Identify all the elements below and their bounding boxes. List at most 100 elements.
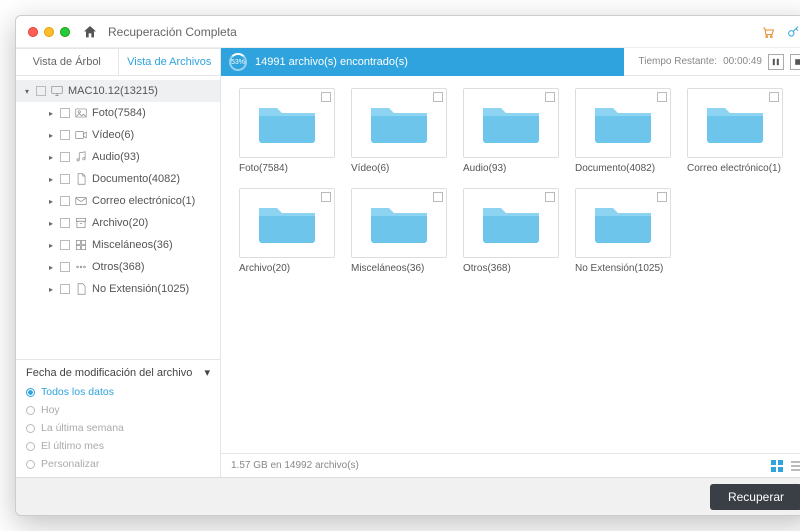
- grid-view-button[interactable]: [770, 459, 784, 473]
- tree-item-label: Vídeo(6): [92, 129, 134, 141]
- stop-button[interactable]: [790, 54, 800, 70]
- checkbox[interactable]: [60, 262, 70, 272]
- chevron-right-icon[interactable]: ▸: [46, 109, 56, 118]
- filter-option-today[interactable]: Hoy: [26, 401, 210, 419]
- checkbox[interactable]: [36, 86, 46, 96]
- checkbox[interactable]: [657, 192, 667, 202]
- checkbox[interactable]: [60, 196, 70, 206]
- checkbox[interactable]: [321, 92, 331, 102]
- tree-root[interactable]: ▾ MAC10.12(13215): [16, 80, 220, 102]
- window-title: Recuperación Completa: [108, 25, 237, 39]
- filter-label: Hoy: [41, 404, 60, 416]
- chevron-right-icon[interactable]: ▸: [46, 153, 56, 162]
- filter-label: Personalizar: [41, 458, 99, 470]
- folder-card[interactable]: Documento(4082): [575, 88, 671, 174]
- status-bar: 1.57 GB en 14992 archivo(s): [221, 453, 800, 477]
- filter-label: La última semana: [41, 422, 124, 434]
- window-controls: [28, 27, 70, 37]
- date-filter-panel: Fecha de modificación del archivo ▾ Todo…: [16, 359, 220, 477]
- radio[interactable]: [26, 424, 35, 433]
- checkbox[interactable]: [433, 92, 443, 102]
- chevron-right-icon[interactable]: ▸: [46, 263, 56, 272]
- folder-label: Otros(368): [463, 263, 559, 274]
- photo-icon: [74, 106, 88, 120]
- folder-label: Archivo(20): [239, 263, 335, 274]
- tree-item-documento[interactable]: ▸ Documento(4082): [16, 168, 220, 190]
- tree-item-correo[interactable]: ▸ Correo electrónico(1): [16, 190, 220, 212]
- filter-option-custom[interactable]: Personalizar: [26, 455, 210, 473]
- video-icon: [74, 128, 88, 142]
- checkbox[interactable]: [60, 218, 70, 228]
- tab-tree-view[interactable]: Vista de Árbol: [16, 48, 119, 75]
- folder-card[interactable]: Correo electrónico(1): [687, 88, 783, 174]
- minimize-window-button[interactable]: [44, 27, 54, 37]
- radio[interactable]: [26, 406, 35, 415]
- chevron-right-icon[interactable]: ▸: [46, 241, 56, 250]
- progress-percent: 53%: [231, 59, 245, 66]
- filter-option-week[interactable]: La última semana: [26, 419, 210, 437]
- close-window-button[interactable]: [28, 27, 38, 37]
- folder-card[interactable]: Vídeo(6): [351, 88, 447, 174]
- radio[interactable]: [26, 442, 35, 451]
- recover-button[interactable]: Recuperar: [710, 484, 800, 510]
- archive-icon: [74, 216, 88, 230]
- folder-icon: [257, 102, 317, 144]
- list-view-button[interactable]: [790, 459, 800, 473]
- folder-card[interactable]: Audio(93): [463, 88, 559, 174]
- tree-item-misc[interactable]: ▸ Misceláneos(36): [16, 234, 220, 256]
- tree-item-foto[interactable]: ▸ Foto(7584): [16, 102, 220, 124]
- checkbox[interactable]: [657, 92, 667, 102]
- home-icon[interactable]: [82, 24, 98, 40]
- folder-label: Misceláneos(36): [351, 263, 447, 274]
- titlebar: Recuperación Completa: [16, 16, 800, 48]
- checkbox[interactable]: [60, 284, 70, 294]
- filter-option-all[interactable]: Todos los datos: [26, 383, 210, 401]
- body: ▾ MAC10.12(13215) ▸ Foto(7584) ▸ Vídeo(6…: [16, 76, 800, 477]
- cart-icon[interactable]: [760, 24, 776, 40]
- folder-grid: Foto(7584) Vídeo(6) Audio(93) Documento(…: [221, 76, 800, 453]
- tree-item-video[interactable]: ▸ Vídeo(6): [16, 124, 220, 146]
- folder-card[interactable]: Otros(368): [463, 188, 559, 274]
- folder-label: Documento(4082): [575, 163, 671, 174]
- tree-item-otros[interactable]: ▸ Otros(368): [16, 256, 220, 278]
- folder-card[interactable]: Foto(7584): [239, 88, 335, 174]
- tree-item-archivo[interactable]: ▸ Archivo(20): [16, 212, 220, 234]
- checkbox[interactable]: [769, 92, 779, 102]
- folder-card[interactable]: No Extensión(1025): [575, 188, 671, 274]
- checkbox[interactable]: [433, 192, 443, 202]
- tab-file-view[interactable]: Vista de Archivos: [119, 48, 222, 75]
- pause-button[interactable]: [768, 54, 784, 70]
- chevron-right-icon[interactable]: ▸: [46, 175, 56, 184]
- chevron-right-icon[interactable]: ▸: [46, 285, 56, 294]
- tree-item-label: Otros(368): [92, 261, 145, 273]
- checkbox[interactable]: [60, 130, 70, 140]
- filter-label: El último mes: [41, 440, 104, 452]
- radio[interactable]: [26, 460, 35, 469]
- folder-card[interactable]: Archivo(20): [239, 188, 335, 274]
- checkbox[interactable]: [321, 192, 331, 202]
- maximize-window-button[interactable]: [60, 27, 70, 37]
- checkbox[interactable]: [545, 192, 555, 202]
- checkbox[interactable]: [60, 108, 70, 118]
- progress-message: 14991 archivo(s) encontrado(s): [255, 56, 408, 68]
- radio[interactable]: [26, 388, 35, 397]
- folder-card[interactable]: Misceláneos(36): [351, 188, 447, 274]
- date-filter-title: Fecha de modificación del archivo: [26, 367, 192, 379]
- chevron-right-icon[interactable]: ▸: [46, 197, 56, 206]
- date-filter-header[interactable]: Fecha de modificación del archivo ▾: [26, 366, 210, 379]
- chevron-right-icon[interactable]: ▸: [46, 131, 56, 140]
- filter-option-month[interactable]: El último mes: [26, 437, 210, 455]
- folder-label: Foto(7584): [239, 163, 335, 174]
- checkbox[interactable]: [60, 240, 70, 250]
- folder-icon: [593, 102, 653, 144]
- chevron-down-icon[interactable]: ▾: [22, 87, 32, 96]
- key-icon[interactable]: [786, 24, 800, 40]
- checkbox[interactable]: [60, 152, 70, 162]
- progress-ring: 53%: [229, 53, 247, 71]
- tree-item-noext[interactable]: ▸ No Extensión(1025): [16, 278, 220, 300]
- tree-item-audio[interactable]: ▸ Audio(93): [16, 146, 220, 168]
- checkbox[interactable]: [545, 92, 555, 102]
- chevron-right-icon[interactable]: ▸: [46, 219, 56, 228]
- folder-icon: [369, 202, 429, 244]
- checkbox[interactable]: [60, 174, 70, 184]
